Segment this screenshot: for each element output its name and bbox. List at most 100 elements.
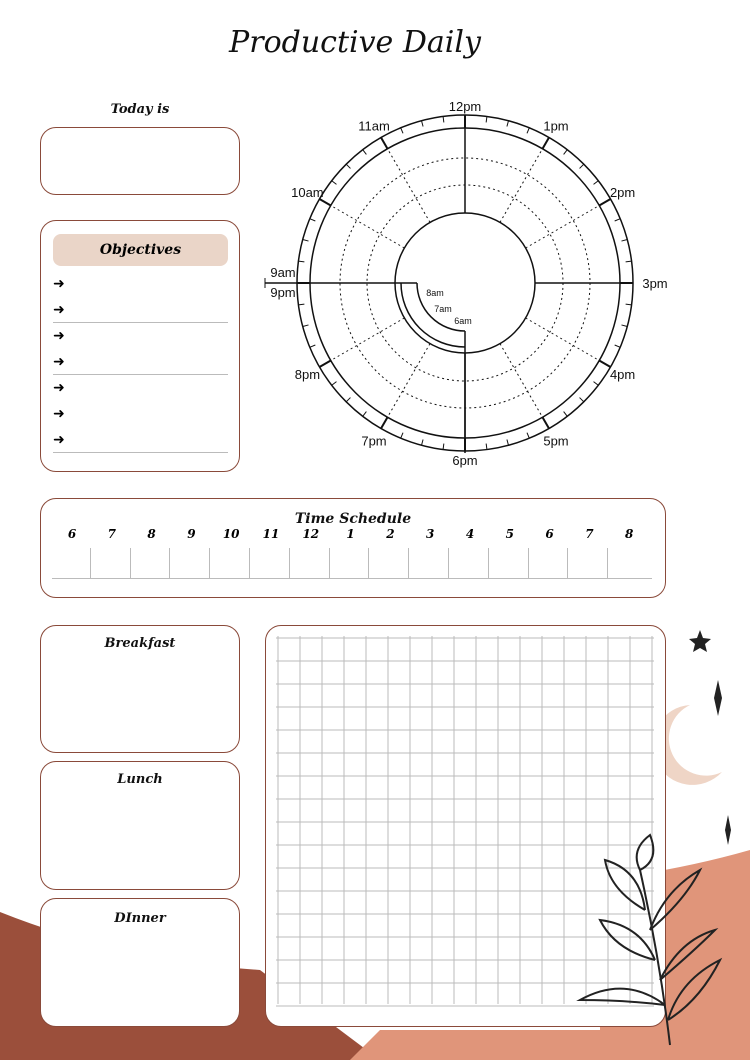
clock-inner-label: 6am — [454, 316, 472, 326]
clock-tick — [485, 443, 488, 450]
hour-divider — [288, 548, 290, 578]
clock-tick — [400, 432, 404, 439]
today-date-field[interactable] — [40, 127, 240, 195]
arrow-icon: ➜ — [53, 380, 65, 396]
hour-divider — [527, 548, 529, 578]
clock-hour-label: 1pm — [543, 118, 568, 133]
objectives-box: Objectives ➜ ➜ ➜ ➜ ➜ ➜ ➜ — [40, 220, 240, 472]
hour-spoke — [525, 205, 600, 249]
clock-tick — [362, 411, 367, 417]
clock-tick — [331, 381, 337, 386]
hour-label: 3 — [426, 527, 435, 541]
clock-tick — [400, 127, 404, 134]
clock-tick — [579, 163, 585, 169]
clock-tick — [442, 443, 445, 450]
clock-tick — [598, 198, 611, 207]
hour-spoke — [499, 148, 543, 223]
clock-tick — [309, 218, 316, 222]
hour-label: 10 — [222, 527, 240, 541]
clock-tick — [593, 180, 599, 185]
hour-label: 6 — [67, 527, 77, 541]
objective-item[interactable]: ➜ — [53, 349, 228, 375]
page-title: Productive Daily — [229, 25, 481, 60]
clock-tick — [421, 120, 424, 127]
hour-label: 8 — [625, 527, 634, 541]
clock-tick — [380, 416, 389, 429]
clock-tick — [302, 239, 309, 242]
arrow-icon: ➜ — [53, 406, 65, 422]
clock-tick — [563, 411, 568, 417]
arrow-icon: ➜ — [53, 354, 65, 370]
divider — [53, 374, 228, 375]
sparkle-icon — [714, 680, 722, 716]
clock-tick — [541, 416, 550, 429]
clock-hour-label: 4pm — [610, 367, 635, 382]
lunch-box[interactable]: Lunch — [40, 761, 240, 890]
clock-tick — [598, 359, 611, 368]
clock-tick — [593, 381, 599, 386]
hour-divider — [448, 548, 449, 578]
hour-spoke — [330, 205, 405, 249]
breakfast-box[interactable]: Breakfast — [40, 625, 240, 753]
objective-item[interactable]: ➜ — [53, 297, 228, 323]
dinner-box[interactable]: DInner — [40, 898, 240, 1027]
objective-item[interactable]: ➜ — [53, 271, 228, 297]
clock-tick — [362, 149, 367, 155]
clock-hour-label: 2pm — [610, 185, 635, 200]
hour-label: 7 — [585, 527, 594, 541]
arrow-icon: ➜ — [53, 276, 65, 292]
clock-hour-label: 10am — [291, 185, 324, 200]
objective-item[interactable]: ➜ — [53, 375, 228, 401]
clock-tick — [625, 260, 632, 263]
hour-divider — [89, 548, 91, 578]
clock-tick — [563, 149, 568, 155]
clock-hour-label: 11am — [358, 118, 390, 133]
clock-tick — [302, 324, 309, 327]
objective-item[interactable]: ➜ — [53, 401, 228, 427]
clock-tick — [621, 239, 628, 242]
clock-tick — [526, 127, 530, 134]
clock-tick — [506, 439, 509, 446]
breakfast-label: Breakfast — [104, 636, 176, 651]
hour-divider — [169, 548, 171, 578]
hour-label: 6 — [545, 527, 554, 541]
hour-divider — [368, 548, 370, 578]
lunch-label: Lunch — [117, 772, 163, 787]
clock-hour-label: 5pm — [543, 434, 568, 449]
arrow-icon: ➜ — [53, 432, 65, 448]
hour-divider — [567, 548, 569, 578]
hour-divider — [129, 548, 131, 578]
clock-tick — [309, 344, 316, 348]
clock-tick — [298, 303, 305, 306]
hour-label: 9 — [187, 527, 196, 541]
clock-tick — [621, 324, 628, 327]
clock-tick — [380, 137, 389, 150]
hour-label: 1 — [346, 527, 355, 541]
objective-item[interactable]: ➜ — [53, 427, 228, 453]
clock-hour-label: 9am — [270, 265, 295, 280]
clock-hour-label: 9pm — [270, 285, 295, 300]
clock-tick — [345, 163, 351, 169]
hour-spoke — [387, 148, 431, 223]
hour-divider — [487, 548, 489, 578]
today-label: Today is — [110, 102, 170, 117]
clock-inner-label: 8am — [426, 288, 444, 298]
clock-inner-label: 7am — [434, 304, 452, 314]
hour-label: 12 — [302, 527, 320, 541]
hour-divider — [328, 548, 330, 578]
clock-hour-label: 6pm — [452, 453, 477, 468]
dinner-label: DInner — [114, 911, 166, 926]
clock-tick — [526, 432, 530, 439]
clock-tick — [541, 137, 550, 150]
clock-chart: 12pm 1pm 2pm 3pm 4pm 5pm 6pm 7pm 8pm 9pm 10am 11am 9… — [264, 99, 668, 468]
clock-tick — [331, 180, 337, 185]
hour-divider — [607, 548, 609, 578]
hour-label: 7 — [107, 527, 116, 541]
hour-spoke — [499, 343, 543, 418]
objective-item[interactable]: ➜ — [53, 323, 228, 349]
divider — [53, 452, 228, 453]
hour-label: 8 — [147, 527, 156, 541]
arrow-icon: ➜ — [53, 328, 65, 344]
hour-label: 11 — [262, 527, 280, 541]
clock-tick — [442, 116, 445, 123]
